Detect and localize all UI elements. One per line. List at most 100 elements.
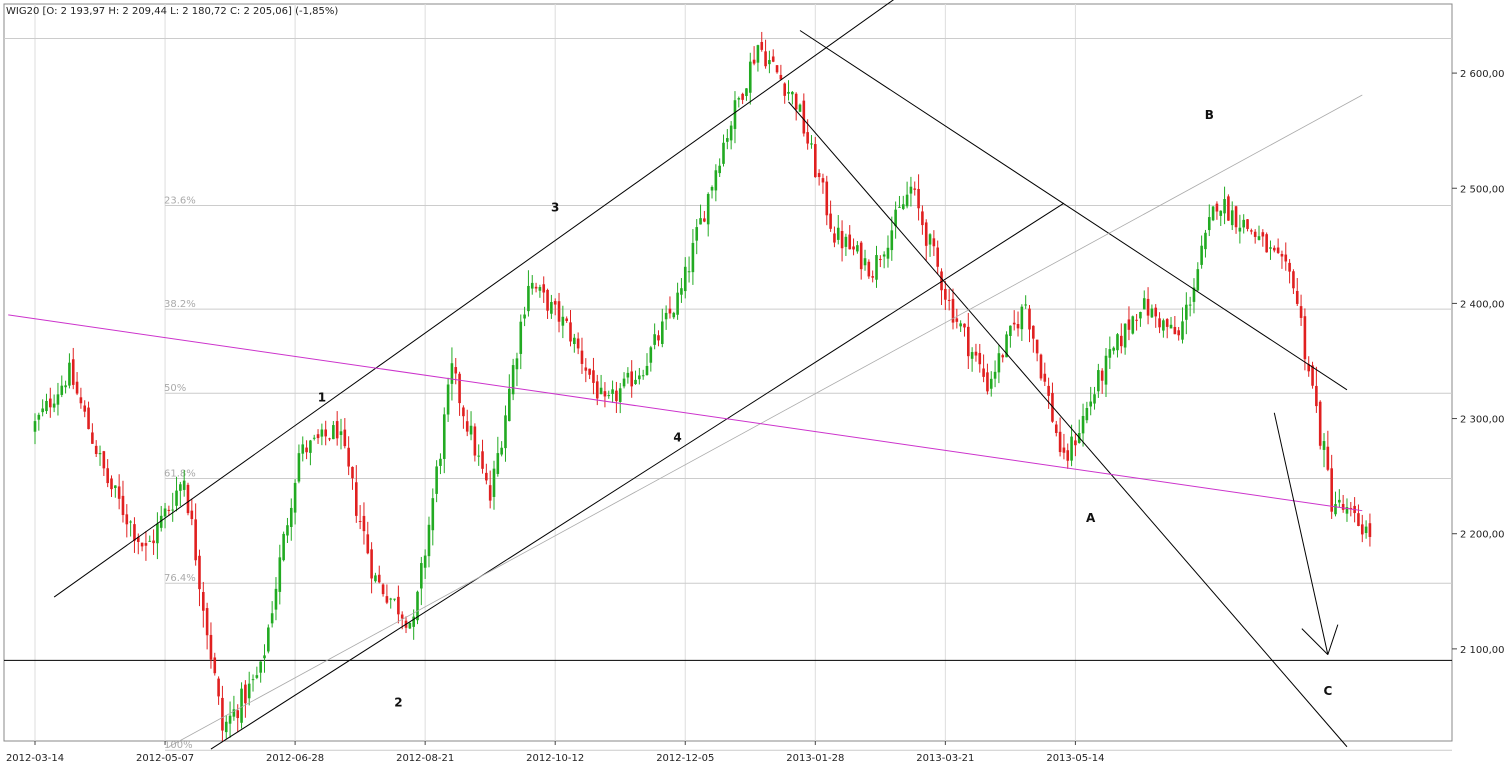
candle-body bbox=[672, 312, 676, 318]
candle-body bbox=[634, 379, 637, 385]
candle-body bbox=[117, 486, 121, 499]
candle-body bbox=[875, 255, 878, 280]
candle-body bbox=[98, 453, 102, 455]
candle-body bbox=[362, 515, 366, 532]
wave-labels-layer: 1 2 3 4 A B C bbox=[318, 108, 1333, 709]
candle-body bbox=[936, 247, 939, 267]
candle-body bbox=[1280, 253, 1284, 257]
candle-body bbox=[1028, 308, 1031, 330]
candle-body bbox=[622, 378, 626, 387]
candle-body bbox=[1127, 319, 1131, 330]
candle-body bbox=[205, 608, 209, 636]
y-tick-label: 2 600,00 bbox=[1460, 69, 1505, 80]
candle-body bbox=[236, 710, 240, 719]
candle-body bbox=[1146, 298, 1150, 316]
candle-body bbox=[289, 507, 293, 527]
candle-body bbox=[1097, 370, 1100, 392]
candle-body bbox=[683, 266, 687, 292]
candle-body bbox=[140, 542, 144, 547]
candle-body bbox=[882, 254, 886, 257]
candle-body bbox=[668, 308, 672, 314]
y-tick-label: 2 200,00 bbox=[1460, 530, 1505, 541]
y-tick-label: 2 400,00 bbox=[1460, 299, 1505, 310]
candle-body bbox=[821, 178, 825, 183]
candle-body bbox=[798, 104, 802, 112]
x-tick-label: 2012-10-12 bbox=[526, 753, 584, 764]
candle-body bbox=[546, 289, 549, 311]
candle-body bbox=[492, 468, 496, 497]
candle-body bbox=[1162, 320, 1165, 331]
candle-body bbox=[244, 684, 247, 704]
wave-label: C bbox=[1323, 684, 1332, 698]
candle-body bbox=[1154, 307, 1158, 317]
candle-body bbox=[806, 132, 809, 144]
candle-body bbox=[814, 144, 817, 178]
candle-body bbox=[1108, 349, 1112, 358]
candle-body bbox=[691, 242, 695, 273]
candle-body bbox=[462, 407, 465, 417]
candle-body bbox=[733, 100, 737, 129]
candle-body bbox=[1116, 334, 1119, 351]
candle-body bbox=[1200, 245, 1203, 265]
candle-body bbox=[676, 292, 679, 315]
candle-body bbox=[726, 138, 729, 142]
candle-body bbox=[963, 323, 966, 328]
candle-body bbox=[886, 247, 890, 259]
candle-body bbox=[1085, 408, 1089, 421]
candle-body bbox=[1112, 347, 1115, 351]
candle-body bbox=[1238, 227, 1242, 232]
candle-body bbox=[649, 347, 653, 363]
candle-body bbox=[442, 414, 446, 459]
candlestick-chart: 23.6%38.2%50%61.8%76.4%100% 2012-03-14 20… bbox=[3, 0, 1505, 764]
candle-body bbox=[1177, 330, 1180, 336]
candle-body bbox=[557, 301, 561, 322]
candle-body bbox=[209, 634, 213, 660]
candle-body bbox=[400, 614, 404, 619]
candle-body bbox=[71, 359, 75, 385]
candle-body bbox=[1074, 440, 1077, 446]
candle-body bbox=[133, 524, 136, 541]
candle-body bbox=[446, 384, 450, 415]
candle-body bbox=[102, 451, 106, 469]
candle-body bbox=[110, 478, 113, 490]
candle-body bbox=[611, 389, 614, 394]
candle-body bbox=[848, 234, 852, 250]
candle-body bbox=[1322, 441, 1326, 450]
candle-body bbox=[1246, 219, 1249, 229]
candle-body bbox=[917, 188, 920, 209]
candle-body bbox=[423, 555, 427, 568]
candle-body bbox=[791, 91, 794, 95]
candle-body bbox=[1173, 326, 1177, 335]
candle-body bbox=[469, 425, 473, 435]
candle-body bbox=[454, 367, 458, 374]
axes-layer: 2012-03-14 2012-05-07 2012-06-28 2012-08-21… bbox=[6, 69, 1505, 764]
candle-body bbox=[664, 312, 668, 320]
candle-body bbox=[1368, 523, 1372, 537]
wave-label: 1 bbox=[318, 390, 326, 404]
candle-body bbox=[993, 371, 997, 379]
candle-body bbox=[259, 661, 262, 673]
candle-body bbox=[175, 490, 178, 506]
candle-body bbox=[1303, 316, 1307, 360]
candle-body bbox=[293, 482, 297, 513]
candle-body bbox=[45, 400, 48, 412]
candle-body bbox=[179, 484, 182, 491]
candle-body bbox=[190, 510, 194, 520]
candle-body bbox=[844, 236, 848, 247]
candle-body bbox=[1211, 206, 1215, 221]
candle-body bbox=[473, 426, 477, 456]
y-tick-label: 2 300,00 bbox=[1460, 415, 1505, 426]
candle-body bbox=[898, 206, 901, 208]
candle-body bbox=[699, 218, 702, 225]
candle-body bbox=[783, 83, 786, 96]
candle-body bbox=[630, 371, 633, 387]
x-tick-label: 2012-03-14 bbox=[6, 753, 64, 764]
candle-body bbox=[171, 509, 174, 511]
candle-body bbox=[1364, 526, 1368, 534]
candle-body bbox=[550, 302, 553, 314]
candle-body bbox=[1204, 232, 1207, 250]
candle-body bbox=[351, 466, 354, 479]
candle-body bbox=[213, 657, 217, 674]
candle-body bbox=[114, 485, 117, 489]
candle-body bbox=[504, 415, 507, 449]
